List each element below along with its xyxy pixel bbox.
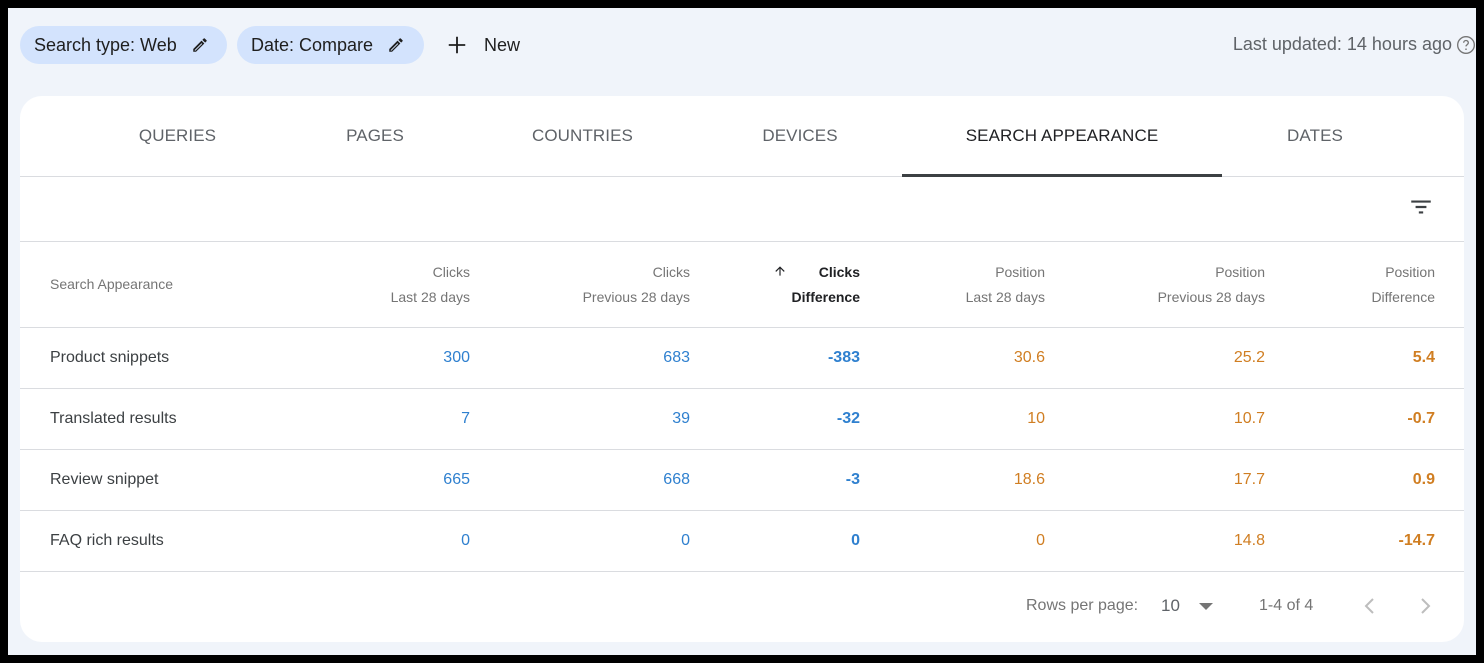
cell-clicks-diff: -3 bbox=[690, 449, 860, 511]
table-header-row: Search Appearance Clicks Last 28 days Cli… bbox=[20, 242, 1464, 328]
cell-position-diff: -0.7 bbox=[1265, 388, 1435, 450]
tab-queries[interactable]: QUERIES bbox=[110, 96, 245, 176]
table-filter-bar bbox=[20, 177, 1464, 242]
header-metric: Position bbox=[1215, 263, 1265, 280]
filter-toolbar: Search type: Web Date: Compare New Last … bbox=[8, 8, 1476, 84]
tab-pages[interactable]: PAGES bbox=[310, 96, 440, 176]
new-label: New bbox=[484, 34, 521, 55]
header-metric: Clicks bbox=[652, 263, 690, 280]
help-circle-icon[interactable] bbox=[1456, 35, 1476, 55]
cell-position-prev: 10.7 bbox=[1045, 388, 1265, 450]
cell-spacer bbox=[1435, 449, 1464, 511]
plus-icon bbox=[448, 36, 466, 54]
rows-per-page-label: Rows per page: bbox=[1026, 597, 1139, 614]
new-filter-button[interactable]: New bbox=[446, 26, 520, 64]
cell-position-last: 30.6 bbox=[860, 327, 1045, 389]
header-metric: Position bbox=[1385, 263, 1435, 280]
header-period: Last 28 days bbox=[965, 288, 1045, 305]
cell-clicks-last: 300 bbox=[300, 327, 470, 389]
cell-position-last: 0 bbox=[860, 510, 1045, 572]
header-metric: Clicks bbox=[818, 263, 860, 280]
chevron-right-icon[interactable] bbox=[1415, 595, 1435, 617]
cell-name: Translated results bbox=[20, 388, 300, 450]
cell-spacer bbox=[1435, 327, 1464, 389]
table-row[interactable]: Review snippet 665 668 -3 18.6 17.7 0.9 bbox=[20, 449, 1464, 511]
header-position-last[interactable]: Position Last 28 days bbox=[860, 242, 1045, 328]
cell-position-last: 10 bbox=[860, 388, 1045, 450]
chip-label: Date: Compare bbox=[251, 34, 374, 55]
cell-position-prev: 14.8 bbox=[1045, 510, 1265, 572]
dropdown-caret-icon[interactable] bbox=[1199, 603, 1213, 611]
header-clicks-last[interactable]: Clicks Last 28 days bbox=[300, 242, 470, 328]
cell-clicks-diff: 0 bbox=[690, 510, 860, 572]
cell-clicks-last: 665 bbox=[300, 449, 470, 511]
cell-clicks-prev: 683 bbox=[470, 327, 690, 389]
sort-ascending-arrow-icon bbox=[775, 265, 785, 276]
chevron-left-icon[interactable] bbox=[1360, 595, 1380, 617]
cell-clicks-prev: 39 bbox=[470, 388, 690, 450]
cell-position-diff: 0.9 bbox=[1265, 449, 1435, 511]
header-position-diff[interactable]: Position Difference bbox=[1265, 242, 1435, 328]
app-frame: Search type: Web Date: Compare New Last … bbox=[8, 8, 1476, 655]
tab-countries[interactable]: COUNTRIES bbox=[510, 96, 655, 176]
cell-clicks-last: 0 bbox=[300, 510, 470, 572]
chip-label: Search type: Web bbox=[34, 34, 177, 55]
table-row[interactable]: Product snippets 300 683 -383 30.6 25.2 … bbox=[20, 327, 1464, 389]
header-position-prev[interactable]: Position Previous 28 days bbox=[1045, 242, 1265, 328]
date-compare-chip[interactable]: Date: Compare bbox=[237, 26, 424, 64]
cell-position-prev: 25.2 bbox=[1045, 327, 1265, 389]
header-period: Difference bbox=[791, 288, 860, 305]
cell-clicks-prev: 0 bbox=[470, 510, 690, 572]
cell-position-prev: 17.7 bbox=[1045, 449, 1265, 511]
performance-table-card: QUERIES PAGES COUNTRIES DEVICES SEARCH A… bbox=[20, 96, 1464, 642]
cell-name: Product snippets bbox=[20, 327, 300, 389]
cell-clicks-prev: 668 bbox=[470, 449, 690, 511]
filter-list-icon[interactable] bbox=[1408, 194, 1434, 220]
pagination-bar: Rows per page: 10 1-4 of 4 bbox=[20, 574, 1464, 638]
header-metric: Clicks bbox=[432, 263, 470, 280]
cell-position-last: 18.6 bbox=[860, 449, 1045, 511]
cell-clicks-diff: -383 bbox=[690, 327, 860, 389]
table-row[interactable]: FAQ rich results 0 0 0 0 14.8 -14.7 bbox=[20, 510, 1464, 572]
header-clicks-diff[interactable]: Clicks Difference bbox=[690, 242, 860, 328]
table-row[interactable]: Translated results 7 39 -32 10 10.7 -0.7 bbox=[20, 388, 1464, 450]
rows-per-page-select[interactable]: 10 bbox=[1161, 596, 1180, 616]
search-appearance-table: Search Appearance Clicks Last 28 days Cli… bbox=[20, 242, 1464, 572]
last-updated-text: Last updated: 14 hours ago bbox=[1232, 34, 1452, 54]
tab-search-appearance[interactable]: SEARCH APPEARANCE bbox=[902, 96, 1222, 177]
pencil-icon bbox=[193, 38, 207, 52]
page-range-text: 1-4 of 4 bbox=[1259, 597, 1314, 614]
cell-position-diff: -14.7 bbox=[1265, 510, 1435, 572]
cell-clicks-last: 7 bbox=[300, 388, 470, 450]
header-period: Previous 28 days bbox=[582, 288, 690, 305]
tab-devices[interactable]: DEVICES bbox=[730, 96, 870, 176]
header-clicks-prev[interactable]: Clicks Previous 28 days bbox=[470, 242, 690, 328]
header-search-appearance[interactable]: Search Appearance bbox=[20, 242, 300, 328]
header-period: Previous 28 days bbox=[1157, 288, 1265, 305]
cell-position-diff: 5.4 bbox=[1265, 327, 1435, 389]
cell-name: FAQ rich results bbox=[20, 510, 300, 572]
header-metric: Position bbox=[995, 263, 1045, 280]
cell-spacer bbox=[1435, 388, 1464, 450]
header-label: Search Appearance bbox=[50, 276, 173, 292]
header-period: Difference bbox=[1371, 288, 1435, 305]
header-spacer bbox=[1435, 242, 1464, 328]
pencil-icon bbox=[389, 38, 403, 52]
cell-name: Review snippet bbox=[20, 449, 300, 511]
cell-spacer bbox=[1435, 510, 1464, 572]
cell-clicks-diff: -32 bbox=[690, 388, 860, 450]
search-type-chip[interactable]: Search type: Web bbox=[20, 26, 227, 64]
dimension-tabs: QUERIES PAGES COUNTRIES DEVICES SEARCH A… bbox=[20, 96, 1464, 177]
header-period: Last 28 days bbox=[390, 288, 470, 305]
tab-dates[interactable]: DATES bbox=[1250, 96, 1380, 176]
